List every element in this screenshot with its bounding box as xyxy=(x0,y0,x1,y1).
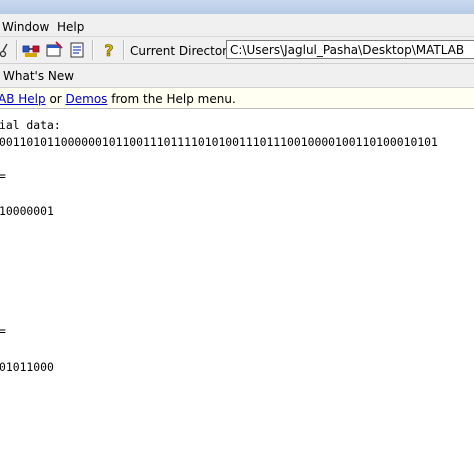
help-text: from the Help menu. xyxy=(107,92,236,106)
scissors-icon[interactable] xyxy=(0,40,14,60)
toolbar-separator xyxy=(16,40,18,60)
menu-help[interactable]: Help xyxy=(57,20,84,34)
shortcut-whats-new[interactable]: What's New xyxy=(3,69,74,83)
command-output-line: 10000001 xyxy=(0,204,54,218)
shortcuts-bar: What's New xyxy=(0,64,474,88)
menu-window[interactable]: Window xyxy=(2,20,49,34)
command-window[interactable]: ial data: 001101011000000101100111011110… xyxy=(0,109,474,474)
window-title-bar xyxy=(0,0,474,14)
command-output-line: 0011010110000001011001110111101010011101… xyxy=(0,135,438,149)
command-output-line: = xyxy=(0,324,6,338)
toolbar-separator xyxy=(92,40,94,60)
toolbar-separator xyxy=(123,40,125,60)
help-text: or xyxy=(45,92,66,106)
command-output-line: ial data: xyxy=(0,118,61,132)
matlab-help-link[interactable]: AB Help xyxy=(0,92,46,106)
demos-link[interactable]: Demos xyxy=(66,92,108,106)
svg-text:?: ? xyxy=(104,41,113,60)
help-icon[interactable]: ? xyxy=(99,40,119,60)
help-message-bar: AB Help or Demos from the Help menu. xyxy=(0,88,474,109)
guide-icon[interactable] xyxy=(44,40,64,60)
menu-bar: Window Help xyxy=(0,14,474,37)
command-output-line: = xyxy=(0,169,6,183)
current-directory-label: Current Directory: xyxy=(130,44,238,58)
profiler-icon[interactable] xyxy=(67,40,87,60)
toolbar: ? Current Directory: xyxy=(0,37,474,64)
current-directory-input[interactable] xyxy=(226,40,474,59)
simulink-icon[interactable] xyxy=(21,40,41,60)
command-output-line: 01011000 xyxy=(0,360,54,374)
